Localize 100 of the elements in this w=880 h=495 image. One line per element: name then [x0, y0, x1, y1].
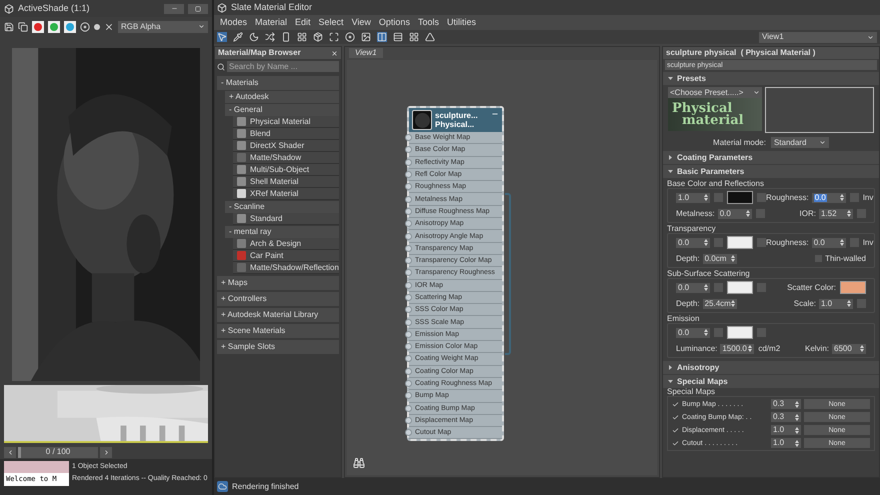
spinner-field[interactable]: 0.3 [771, 399, 801, 409]
spinner-arrows-icon[interactable] [840, 239, 844, 246]
spinner-arrows-icon[interactable] [704, 194, 708, 201]
spinner-field[interactable]: 1.0 [771, 438, 801, 448]
rollout-header[interactable]: Special Maps [663, 375, 879, 388]
spinner-arrows-icon[interactable] [795, 426, 799, 434]
browser-list-item[interactable]: Blend [233, 128, 339, 140]
disc-icon[interactable] [80, 22, 90, 32]
checkbox[interactable] [815, 255, 822, 262]
rollout-header[interactable]: Presets [663, 72, 879, 85]
copy-icon[interactable] [18, 22, 28, 32]
menu-item[interactable]: Utilities [442, 18, 480, 27]
spinner-field[interactable]: 0.0 [812, 238, 846, 248]
browser-list-item[interactable]: XRef Material [233, 188, 339, 200]
rollout-header[interactable]: Coating Parameters [663, 151, 879, 164]
checkbox[interactable] [672, 440, 679, 446]
spinner-field[interactable]: 0.0cm [702, 254, 737, 264]
menu-item[interactable]: View [348, 18, 375, 27]
browser-list-item[interactable]: Multi/Sub-Object [233, 164, 339, 176]
next-frame-button[interactable] [100, 446, 112, 458]
checkbox[interactable] [672, 426, 679, 434]
spinner-arrows-icon[interactable] [847, 210, 851, 217]
spinner-field[interactable]: 0.0 [676, 282, 710, 292]
spinner-arrows-icon[interactable] [860, 345, 864, 352]
previous-frame-button[interactable] [4, 446, 16, 458]
layout-icon[interactable] [409, 32, 419, 42]
package-icon[interactable] [313, 32, 323, 42]
category-header[interactable]: + Controllers [217, 292, 339, 306]
spinner-field[interactable]: 0.0 [676, 328, 710, 338]
crescent-icon[interactable] [249, 32, 259, 42]
spinner-arrows-icon[interactable] [746, 210, 750, 217]
triangle-icon[interactable] [425, 32, 435, 42]
menu-item[interactable]: Modes [216, 18, 252, 27]
browser-list-item[interactable]: Matte/Shadow/Reflection [233, 262, 339, 274]
search-icon[interactable] [217, 62, 225, 70]
browser-list-item[interactable]: Standard [233, 213, 339, 225]
category-header[interactable]: + Maps [217, 276, 339, 290]
view-dropdown[interactable]: View1 [759, 32, 877, 42]
spinner-field[interactable]: 0.0 [718, 208, 752, 218]
color-swatch[interactable] [840, 281, 866, 294]
spinner-field[interactable]: 6500 [832, 344, 866, 354]
browser-list-item[interactable]: Matte/Shadow [233, 152, 339, 164]
rows-icon[interactable] [393, 32, 403, 42]
spinner-field[interactable]: 1.52 [819, 208, 853, 218]
spinner-arrows-icon[interactable] [840, 194, 844, 201]
binoculars-icon[interactable] [353, 457, 365, 469]
menu-item[interactable]: Edit [291, 18, 315, 27]
columns-icon[interactable] [377, 32, 387, 42]
spinner-field[interactable]: 1.0 [676, 192, 710, 202]
category-header[interactable]: - mental ray [225, 226, 339, 238]
time-slider[interactable]: 0 / 100 [18, 446, 98, 458]
browser-list-item[interactable]: Arch & Design [233, 238, 339, 250]
save-icon[interactable] [4, 22, 14, 32]
color-swatch[interactable] [727, 281, 753, 294]
color-swatch[interactable] [727, 326, 753, 339]
mode-dropdown[interactable]: Standard [770, 137, 829, 148]
category-header[interactable]: + Autodesk [225, 91, 339, 103]
category-header[interactable]: - Materials [217, 76, 339, 90]
color-swatch[interactable] [727, 236, 753, 249]
menu-item[interactable]: Tools [414, 18, 443, 27]
browser-list-item[interactable]: DirectX Shader [233, 140, 339, 152]
category-header[interactable]: + Sample Slots [217, 340, 339, 354]
rollout-header[interactable]: Anisotropy [663, 361, 879, 374]
browser-list-item[interactable]: Shell Material [233, 176, 339, 188]
spinner-arrows-icon[interactable] [704, 329, 708, 336]
category-header[interactable]: + Autodesk Material Library [217, 308, 339, 322]
pointer-icon[interactable] [217, 32, 227, 42]
maximize-icon[interactable] [329, 32, 339, 42]
menu-item[interactable]: Options [374, 18, 414, 27]
chevron-down-icon[interactable] [198, 23, 205, 30]
checkbox[interactable] [672, 400, 679, 408]
spinner-arrows-icon[interactable] [704, 284, 708, 291]
render-icon[interactable] [217, 481, 228, 492]
spinner-arrows-icon[interactable] [704, 239, 708, 246]
maximize-button[interactable] [188, 4, 208, 14]
spinner-arrows-icon[interactable] [847, 300, 851, 307]
menu-item[interactable]: Material [251, 18, 292, 27]
eyedropper-icon[interactable] [233, 32, 243, 42]
material-node[interactable] [407, 106, 504, 442]
browser-list-item[interactable]: Car Paint [233, 250, 339, 262]
spinner-arrows-icon[interactable] [795, 400, 799, 408]
search-field[interactable]: Search by Name ... [227, 61, 339, 72]
listener-field[interactable] [4, 461, 69, 473]
image-icon[interactable] [361, 32, 371, 42]
spinner-field[interactable]: 25.4cm [702, 298, 737, 308]
checkbox[interactable] [672, 414, 679, 420]
spinner-field[interactable]: 1.0 [819, 298, 853, 308]
spinner-arrows-icon[interactable] [730, 300, 735, 307]
preset-list[interactable] [765, 87, 874, 133]
spinner-field[interactable]: 0.0 [812, 192, 846, 202]
channel-dropdown[interactable]: RGB Alpha [118, 20, 208, 32]
spinner-field[interactable]: 1500.0 [720, 344, 754, 354]
category-header[interactable]: - General [225, 104, 339, 116]
rectangle-icon[interactable] [281, 32, 291, 42]
preset-dropdown[interactable]: <Choose Preset.....> [668, 87, 762, 98]
spinner-field[interactable]: 1.0 [771, 425, 801, 435]
slider-thumb[interactable] [18, 446, 21, 458]
spinner-field[interactable]: 0.3 [771, 412, 801, 422]
spinner-field[interactable]: 0.0 [676, 238, 710, 248]
spinner-arrows-icon[interactable] [748, 345, 752, 352]
